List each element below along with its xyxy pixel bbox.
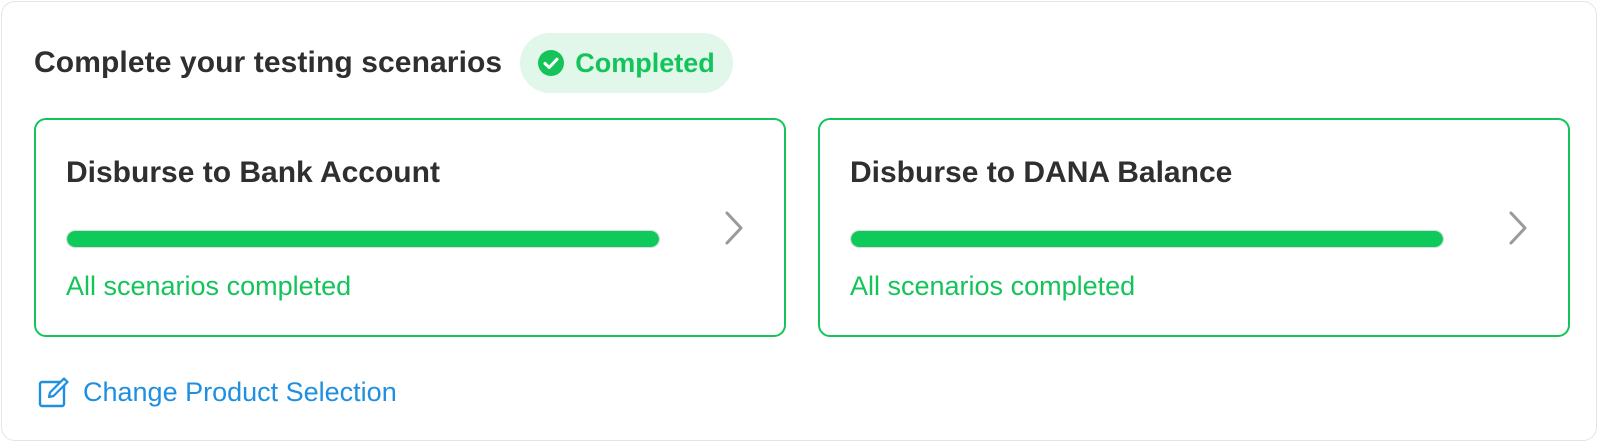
status-badge: Completed [520, 33, 733, 93]
testing-scenarios-panel: Complete your testing scenarios Complete… [1, 1, 1597, 441]
scenario-card-title: Disburse to Bank Account [66, 156, 440, 189]
scenario-card-dana-balance[interactable]: Disburse to DANA Balance All scenarios c… [818, 118, 1570, 337]
change-product-selection-label: Change Product Selection [83, 376, 397, 407]
chevron-right-icon[interactable] [724, 210, 744, 246]
scenario-card-status: All scenarios completed [66, 271, 352, 301]
page-title: Complete your testing scenarios [34, 46, 503, 79]
check-circle-icon [537, 49, 565, 77]
scenario-progress-fill [851, 231, 1443, 247]
edit-icon [38, 376, 70, 408]
change-product-selection-link[interactable]: Change Product Selection [38, 376, 397, 408]
scenario-progress-fill [67, 231, 659, 247]
scenario-card-title: Disburse to DANA Balance [850, 156, 1233, 189]
panel-header: Complete your testing scenarios Complete… [34, 33, 733, 93]
scenario-card-status: All scenarios completed [850, 271, 1136, 301]
scenario-progress-bar [850, 230, 1444, 248]
scenario-card-bank-account[interactable]: Disburse to Bank Account All scenarios c… [34, 118, 786, 337]
chevron-right-icon[interactable] [1508, 210, 1528, 246]
status-badge-label: Completed [575, 47, 715, 78]
scenario-progress-bar [66, 230, 660, 248]
